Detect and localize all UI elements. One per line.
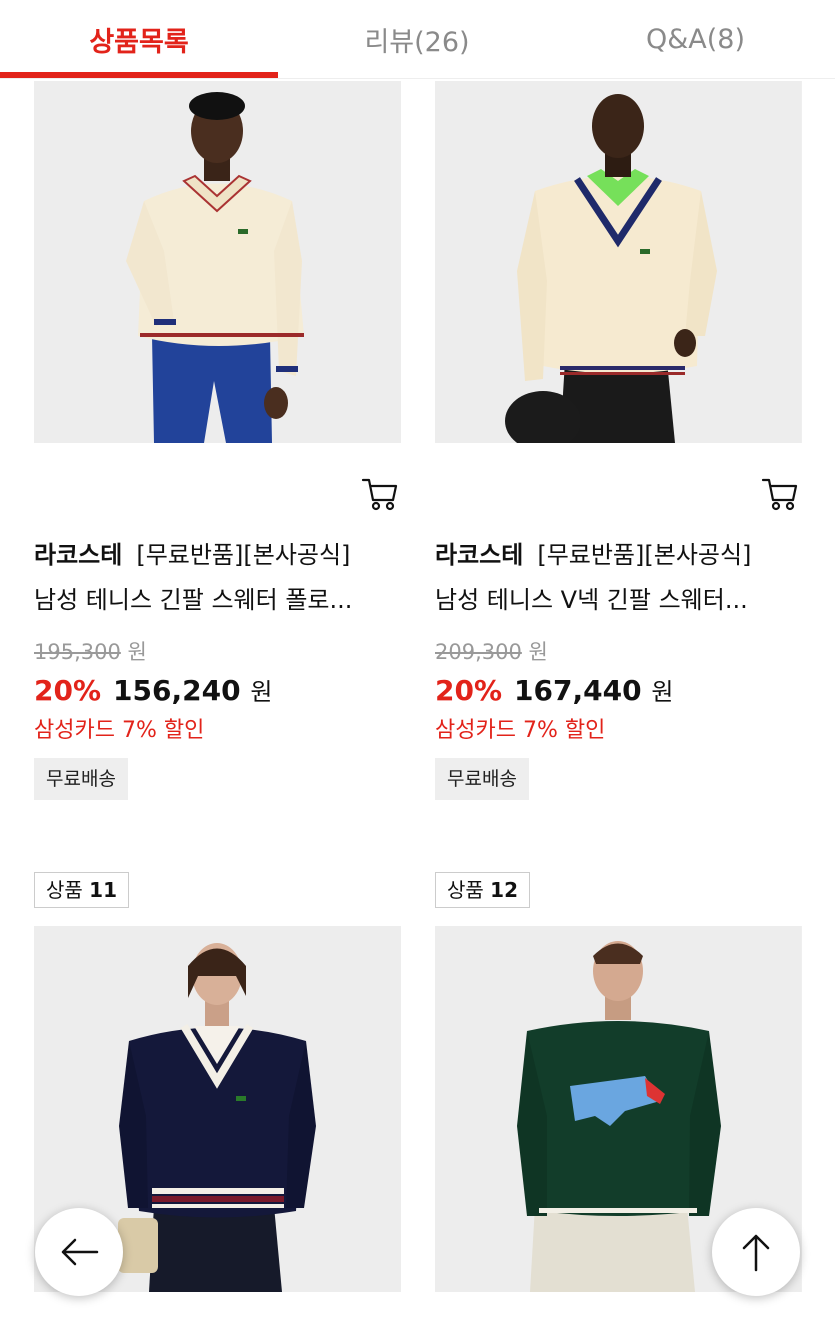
product-image[interactable] <box>34 81 401 443</box>
price-value: 167,440 <box>514 674 642 707</box>
tab-bar: 상품목록 리뷰(26) Q&A(8) <box>0 0 835 79</box>
cart-icon[interactable] <box>760 473 800 513</box>
badge-label: 상품 <box>46 878 83 902</box>
card-discount: 삼성카드 7% 할인 <box>435 718 606 743</box>
title-tags: [무료반품][본사공식] <box>136 541 351 569</box>
product-name[interactable]: 남성 테니스 V넥 긴팔 스웨터... <box>435 580 748 615</box>
product-title[interactable]: 라코스테 [무료반품][본사공식] <box>34 535 350 570</box>
currency: 원 <box>250 678 273 706</box>
original-price: 209,300 원 <box>435 636 548 666</box>
shipping-badge: 무료배송 <box>34 758 128 800</box>
currency: 원 <box>528 640 548 664</box>
sale-price: 20% 156,240 원 <box>34 672 272 707</box>
discount-rate: 20% <box>34 674 102 707</box>
price-value: 156,240 <box>113 674 241 707</box>
arrow-up-icon <box>742 1234 770 1272</box>
badge-label: 상품 <box>447 878 484 902</box>
tab-products[interactable]: 상품목록 <box>0 0 278 78</box>
back-button[interactable] <box>35 1208 123 1296</box>
product-number-badge: 상품 12 <box>435 872 531 908</box>
original-price-value: 209,300 <box>435 640 522 664</box>
title-tags: [무료반품][본사공식] <box>537 541 752 569</box>
product-number-badge: 상품 11 <box>34 872 130 908</box>
sale-price: 20% 167,440 원 <box>435 672 673 707</box>
card-discount: 삼성카드 7% 할인 <box>34 718 205 743</box>
currency: 원 <box>651 678 674 706</box>
shipping-badge: 무료배송 <box>435 758 529 800</box>
badge-number: 11 <box>89 878 118 902</box>
scroll-top-button[interactable] <box>712 1208 800 1296</box>
tab-reviews[interactable]: 리뷰(26) <box>278 0 556 78</box>
brand-name: 라코스테 <box>435 541 524 569</box>
product-title[interactable]: 라코스테 [무료반품][본사공식] <box>435 535 751 570</box>
badge-number: 12 <box>490 878 519 902</box>
original-price: 195,300 원 <box>34 636 147 666</box>
original-price-value: 195,300 <box>34 640 121 664</box>
tab-qna[interactable]: Q&A(8) <box>556 0 835 78</box>
currency: 원 <box>127 640 147 664</box>
active-tab-indicator <box>0 72 278 78</box>
brand-name: 라코스테 <box>34 541 123 569</box>
cart-icon[interactable] <box>360 473 400 513</box>
discount-rate: 20% <box>435 674 503 707</box>
product-image[interactable] <box>435 81 802 443</box>
product-name[interactable]: 남성 테니스 긴팔 스웨터 폴로... <box>34 580 352 615</box>
arrow-left-icon <box>61 1238 99 1266</box>
